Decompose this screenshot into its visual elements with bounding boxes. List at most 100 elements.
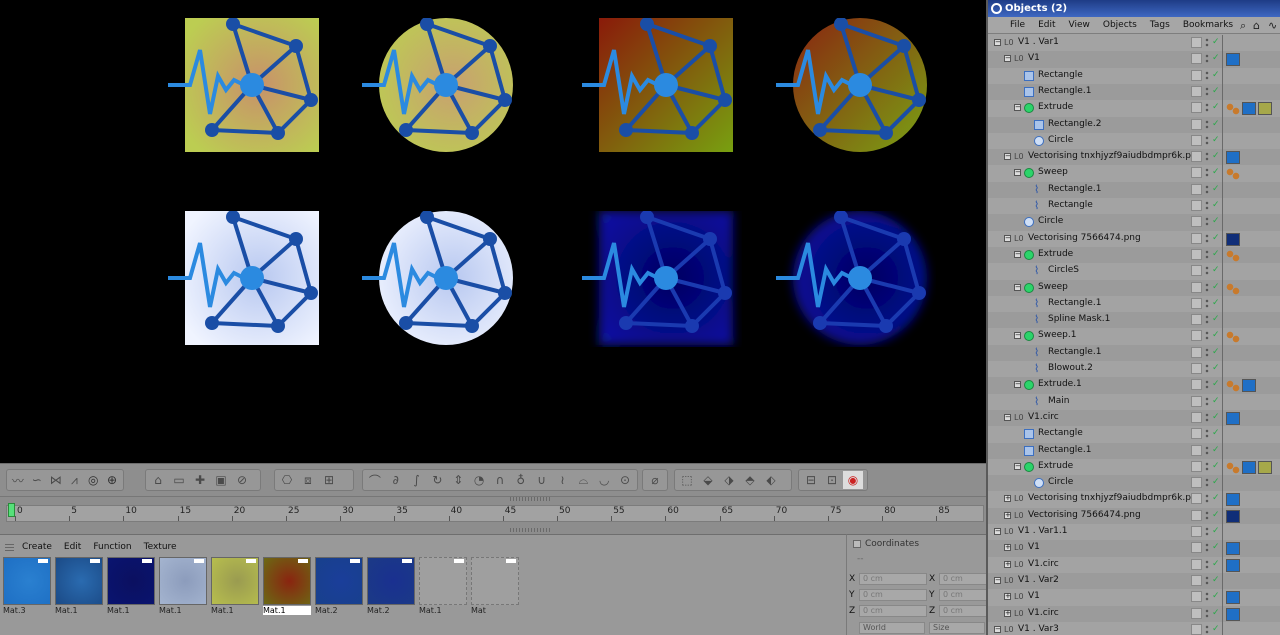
visibility-toggle[interactable] bbox=[1191, 37, 1202, 48]
visibility-toggle[interactable] bbox=[1191, 102, 1202, 114]
render-dots-icon[interactable] bbox=[1205, 184, 1209, 195]
stitch-icon[interactable]: ◡ bbox=[594, 471, 614, 489]
enabled-check-icon[interactable]: ✓ bbox=[1212, 445, 1220, 455]
material-blue-icon[interactable] bbox=[1226, 542, 1240, 556]
material-slot[interactable]: Mat.1 bbox=[263, 557, 311, 617]
expand-toggle[interactable]: + bbox=[1004, 560, 1011, 568]
object-menu-view[interactable]: View bbox=[1069, 20, 1090, 30]
object-name[interactable]: V1.circ bbox=[1028, 608, 1059, 618]
visibility-toggle[interactable] bbox=[1191, 134, 1202, 146]
sphere-tool-icon[interactable]: ⊕ bbox=[103, 471, 121, 489]
object-name[interactable]: Sweep bbox=[1038, 282, 1068, 292]
material-swatch[interactable] bbox=[367, 557, 415, 605]
object-row[interactable]: Rectangle.2 ✓ bbox=[988, 116, 1280, 133]
object-name[interactable]: Vectorising 7566474.png bbox=[1028, 510, 1141, 520]
object-name[interactable]: Extrude bbox=[1038, 461, 1073, 471]
snap-edges-icon[interactable]: ⬗ bbox=[719, 471, 739, 489]
timeline-grip-bottom[interactable] bbox=[510, 528, 550, 532]
render-dots-icon[interactable] bbox=[1205, 103, 1209, 114]
playhead[interactable] bbox=[8, 503, 15, 517]
bezier-spline-icon[interactable]: ∽ bbox=[28, 471, 46, 489]
render-dots-icon[interactable] bbox=[1205, 494, 1209, 505]
visibility-toggle[interactable] bbox=[1191, 411, 1202, 423]
material-slot[interactable]: Mat.3 bbox=[3, 557, 51, 617]
enabled-check-icon[interactable]: ✓ bbox=[1212, 510, 1220, 520]
enabled-check-icon[interactable]: ✓ bbox=[1212, 265, 1220, 275]
material-swatch[interactable] bbox=[159, 557, 207, 605]
material-menu-edit[interactable]: Edit bbox=[64, 542, 81, 552]
expand-toggle[interactable]: − bbox=[994, 528, 1001, 535]
phong-tag-icon[interactable] bbox=[1226, 102, 1240, 116]
material-blue-icon[interactable] bbox=[1226, 151, 1240, 165]
object-row[interactable]: + L0 Vectorising tnxhjyzf9aiudbdmpr6k.png ✓ bbox=[988, 491, 1280, 507]
material-navy-icon[interactable] bbox=[1226, 509, 1240, 523]
render-dots-icon[interactable] bbox=[1205, 168, 1209, 179]
enabled-check-icon[interactable]: ✓ bbox=[1212, 542, 1220, 552]
enabled-check-icon[interactable]: ✓ bbox=[1212, 233, 1220, 243]
render-dots-icon[interactable] bbox=[1205, 70, 1209, 81]
object-row[interactable]: − L0 Vectorising 7566474.png ✓ bbox=[988, 231, 1280, 247]
magnet-icon[interactable]: ∪ bbox=[532, 471, 552, 489]
object-row[interactable]: − L0 V1 ✓ bbox=[988, 51, 1280, 68]
object-name[interactable]: Sweep bbox=[1038, 167, 1068, 177]
object-name[interactable]: V1 . Var1.1 bbox=[1018, 526, 1067, 536]
visibility-toggle[interactable] bbox=[1191, 395, 1202, 407]
visibility-toggle[interactable] bbox=[1191, 53, 1202, 65]
workplane-icon[interactable]: ⬖ bbox=[761, 471, 781, 489]
object-row[interactable]: Rectangle.1 ✓ bbox=[988, 442, 1280, 459]
object-name[interactable]: V1.circ bbox=[1028, 559, 1059, 569]
object-row[interactable]: ⌇ Rectangle ✓ bbox=[988, 198, 1280, 214]
material-blue-icon[interactable] bbox=[1242, 379, 1256, 393]
cube-icon[interactable]: ▣ bbox=[211, 471, 231, 489]
material-blue-icon[interactable] bbox=[1226, 53, 1240, 67]
enabled-check-icon[interactable]: ✓ bbox=[1212, 477, 1220, 487]
visibility-toggle[interactable] bbox=[1191, 591, 1202, 603]
render-dots-icon[interactable] bbox=[1205, 152, 1209, 163]
size-field-z[interactable]: 0 cm bbox=[939, 605, 987, 617]
snap-points-icon[interactable]: ⬙ bbox=[698, 471, 718, 489]
visibility-toggle[interactable] bbox=[1191, 346, 1202, 358]
enabled-check-icon[interactable]: ✓ bbox=[1212, 135, 1220, 145]
expand-toggle[interactable]: + bbox=[1004, 544, 1011, 552]
object-row[interactable]: ⌇ Spline Mask.1 ✓ bbox=[988, 312, 1280, 329]
render-dots-icon[interactable] bbox=[1205, 445, 1209, 456]
render-dots-icon[interactable] bbox=[1205, 510, 1209, 521]
phong-tag-icon[interactable] bbox=[1226, 281, 1240, 295]
material-swatch[interactable] bbox=[263, 557, 311, 605]
object-name[interactable]: Blowout.2 bbox=[1048, 363, 1093, 373]
material-swatch[interactable] bbox=[315, 557, 363, 605]
object-row[interactable]: Rectangle.1 ✓ bbox=[988, 83, 1280, 101]
object-row[interactable]: + L0 V1.circ ✓ bbox=[988, 605, 1280, 622]
object-menu-edit[interactable]: Edit bbox=[1038, 20, 1055, 30]
expand-toggle[interactable]: − bbox=[1014, 381, 1021, 389]
render-dots-icon[interactable] bbox=[1205, 298, 1209, 309]
visibility-toggle[interactable] bbox=[1191, 493, 1202, 505]
render-dots-icon[interactable] bbox=[1205, 527, 1209, 537]
enabled-check-icon[interactable]: ✓ bbox=[1212, 330, 1220, 340]
object-name[interactable]: Rectangle.1 bbox=[1038, 445, 1091, 455]
object-row[interactable]: ⌇ Main ✓ bbox=[988, 394, 1280, 410]
render-dots-icon[interactable] bbox=[1205, 86, 1209, 97]
object-name[interactable]: Sweep.1 bbox=[1038, 330, 1076, 340]
viewport-icon[interactable]: ⊟ bbox=[801, 471, 821, 489]
object-name[interactable]: V1 bbox=[1028, 542, 1040, 552]
enabled-check-icon[interactable]: ✓ bbox=[1212, 347, 1220, 357]
object-name[interactable]: Circle bbox=[1038, 216, 1063, 226]
render-dots-icon[interactable] bbox=[1205, 217, 1209, 228]
object-row[interactable]: − Extrude ✓ bbox=[988, 246, 1280, 264]
object-name[interactable]: Rectangle.1 bbox=[1048, 184, 1101, 194]
material-blue-icon[interactable] bbox=[1226, 591, 1240, 605]
visibility-toggle[interactable] bbox=[1191, 200, 1202, 211]
render-dots-icon[interactable] bbox=[1205, 380, 1209, 391]
render-dots-icon[interactable] bbox=[1205, 396, 1209, 407]
timeline[interactable]: 0 5 10 15 20 25 30 35 40 45 50 55 60 65 70 75 80 85 bbox=[0, 496, 986, 534]
render-dots-icon[interactable] bbox=[1205, 282, 1209, 293]
material-blue-icon[interactable] bbox=[1242, 460, 1256, 474]
search-icon[interactable]: ⌕ bbox=[1240, 19, 1252, 32]
expand-toggle[interactable]: − bbox=[1014, 283, 1021, 291]
extrude-tool-icon[interactable]: ⇕ bbox=[448, 471, 468, 489]
material-blue-icon[interactable] bbox=[1242, 102, 1256, 116]
more-icon[interactable]: ∿ bbox=[1268, 19, 1280, 32]
position-field-y[interactable]: 0 cm bbox=[859, 589, 927, 601]
iron-icon[interactable]: ♁ bbox=[511, 471, 531, 489]
